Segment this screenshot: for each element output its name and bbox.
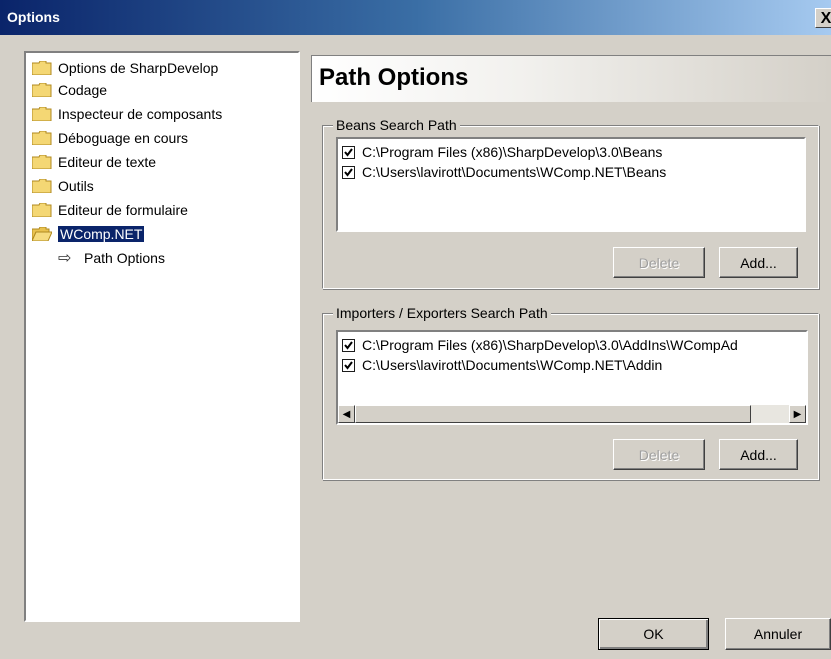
tree-item-label: Options de SharpDevelop <box>58 60 219 76</box>
tree-item-editeur-formulaire[interactable]: Editeur de formulaire <box>32 199 188 221</box>
importers-exporters-group: Importers / Exporters Search Path C:\Pro… <box>322 305 819 480</box>
panel-header: Path Options <box>311 55 831 102</box>
folder-closed-icon <box>32 61 52 75</box>
scrollbar-thumb[interactable] <box>355 405 751 423</box>
tree-item-sharpdevelop[interactable]: Options de SharpDevelop <box>32 57 218 79</box>
tree-item-wcomp[interactable]: WComp.NET <box>32 223 145 245</box>
checkbox[interactable] <box>342 338 355 352</box>
folder-closed-icon <box>32 155 52 169</box>
tree-item-deboguage[interactable]: Déboguage en cours <box>32 127 188 149</box>
window-title: Options <box>7 9 60 25</box>
delete-button[interactable]: Delete <box>613 439 705 470</box>
ok-button[interactable]: OK <box>598 618 709 650</box>
beans-path-list[interactable]: C:\Program Files (x86)\SharpDevelop\3.0\… <box>336 137 806 232</box>
add-button[interactable]: Add... <box>719 439 798 470</box>
tree-item-label: Editeur de texte <box>58 154 157 170</box>
checkbox[interactable] <box>342 358 355 372</box>
list-item[interactable]: C:\Users\lavirott\Documents\WComp.NET\Be… <box>342 162 666 182</box>
tree-item-label: Inspecteur de composants <box>58 106 223 122</box>
tree-item-label: Déboguage en cours <box>58 130 188 146</box>
folder-closed-icon <box>32 107 52 121</box>
options-tree[interactable]: Options de SharpDevelop Codage Inspecteu… <box>24 51 300 622</box>
tree-item-outils[interactable]: Outils <box>32 175 94 197</box>
path-text: C:\Users\lavirott\Documents\WComp.NET\Ad… <box>362 357 663 373</box>
page-title: Path Options <box>319 64 469 91</box>
path-text: C:\Program Files (x86)\SharpDevelop\3.0\… <box>362 144 663 160</box>
list-item[interactable]: C:\Users\lavirott\Documents\WComp.NET\Ad… <box>342 355 662 375</box>
title-bar: Options X <box>0 0 831 35</box>
cancel-button[interactable]: Annuler <box>725 618 831 650</box>
tree-item-codage[interactable]: Codage <box>32 79 107 101</box>
tree-item-editeur-texte[interactable]: Editeur de texte <box>32 151 156 173</box>
tree-item-path-options[interactable]: ⇨ Path Options <box>58 247 165 269</box>
path-text: C:\Users\lavirott\Documents\WComp.NET\Be… <box>362 164 667 180</box>
path-text: C:\Program Files (x86)\SharpDevelop\3.0\… <box>362 337 738 353</box>
folder-closed-icon <box>32 83 52 97</box>
close-button[interactable]: X <box>815 8 831 28</box>
tree-item-label: Codage <box>58 82 108 98</box>
scroll-right-icon[interactable]: ▶ <box>789 405 806 423</box>
horizontal-scrollbar[interactable]: ◀ ▶ <box>338 405 806 423</box>
group-label: Importers / Exporters Search Path <box>333 305 551 321</box>
importers-path-list[interactable]: C:\Program Files (x86)\SharpDevelop\3.0\… <box>336 330 808 425</box>
folder-closed-icon <box>32 203 52 217</box>
tree-item-label: Outils <box>58 178 94 194</box>
group-label: Beans Search Path <box>333 117 460 133</box>
tree-item-label: Path Options <box>84 250 165 266</box>
scroll-left-icon[interactable]: ◀ <box>338 405 355 423</box>
list-item[interactable]: C:\Program Files (x86)\SharpDevelop\3.0\… <box>342 142 662 162</box>
delete-button[interactable]: Delete <box>613 247 705 278</box>
list-item[interactable]: C:\Program Files (x86)\SharpDevelop\3.0\… <box>342 335 738 355</box>
checkbox[interactable] <box>342 145 355 159</box>
folder-open-icon <box>32 227 52 241</box>
beans-search-path-group: Beans Search Path C:\Program Files (x86)… <box>322 117 819 289</box>
arrow-right-icon: ⇨ <box>58 250 72 267</box>
checkbox[interactable] <box>342 165 355 179</box>
add-button[interactable]: Add... <box>719 247 798 278</box>
tree-item-label: WComp.NET <box>58 226 145 242</box>
folder-closed-icon <box>32 131 52 145</box>
folder-closed-icon <box>32 179 52 193</box>
tree-item-inspecteur[interactable]: Inspecteur de composants <box>32 103 222 125</box>
tree-item-label: Editeur de formulaire <box>58 202 188 218</box>
